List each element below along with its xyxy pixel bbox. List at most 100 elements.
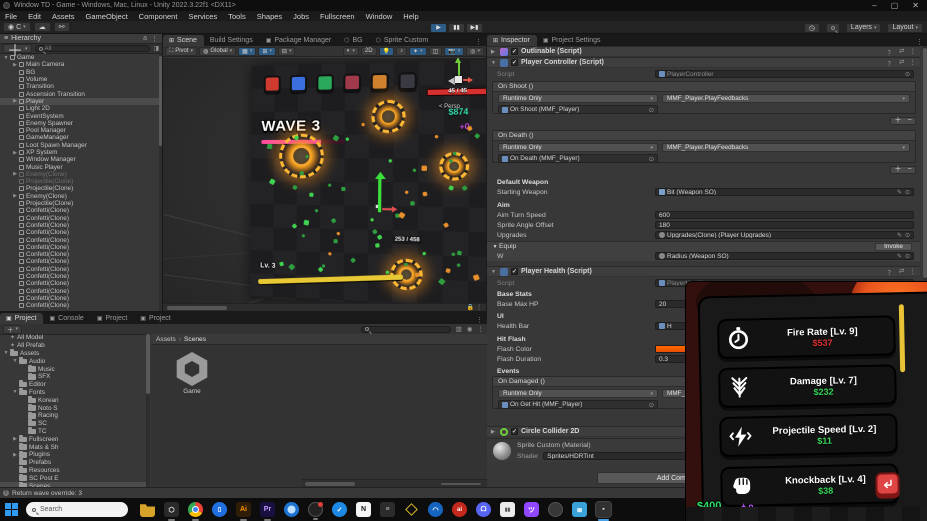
tab-inspector[interactable]: ⊞ Inspector <box>487 35 537 46</box>
expand-arrow[interactable]: ▶ <box>11 193 19 199</box>
hierarchy-item-window-manager[interactable]: Window Manager <box>0 156 159 163</box>
gizmos-dropdown[interactable]: ◎ ▾ <box>466 46 484 56</box>
hierarchy-item-confetti-clone[interactable]: Confetti(Clone) <box>0 288 159 295</box>
taskbar-app-clock[interactable] <box>308 502 323 520</box>
panel-menu-icon[interactable]: ⋮ <box>912 38 927 46</box>
shader-dropdown[interactable]: Sprites/HDRTint <box>543 452 694 460</box>
hierarchy-item-pool-manager[interactable]: Pool Manager <box>0 127 159 134</box>
tool-settings-button[interactable]: ⊟ ▾ <box>277 46 296 56</box>
hierarchy-item-confetti-clone[interactable]: Confetti(Clone) <box>0 222 159 229</box>
event-method-dropdown[interactable]: MMF_Player.PlayFeedbacks ▾ <box>662 94 910 103</box>
menu-edit[interactable]: Edit <box>28 12 41 21</box>
taskbar-app-white-pause[interactable]: ▮▮ <box>500 502 515 517</box>
starting-weapon-field[interactable]: Bit (Weapon SO) ✎ ⊙ <box>655 188 914 196</box>
menu-tools[interactable]: Tools <box>228 12 246 21</box>
close-shop-button[interactable] <box>875 472 900 496</box>
asset-game-scene[interactable]: Game <box>169 352 215 395</box>
hierarchy-item-enemy-clone[interactable]: ▶ Enemy(Clone) <box>0 193 159 200</box>
remove-event-button[interactable]: − <box>907 166 911 173</box>
tab-build-settings[interactable]: Build Settings <box>204 35 260 46</box>
project-tree-scrollbar[interactable] <box>146 334 150 487</box>
enabled-checkbox[interactable]: ✓ <box>511 59 518 66</box>
project-folder-all-prefab[interactable]: ✦ All Prefab <box>0 342 149 350</box>
status-message[interactable]: Return wave override: 3 <box>12 490 82 497</box>
hierarchy-item-confetti-clone[interactable]: Confetti(Clone) <box>0 207 159 214</box>
upgrade-card-projectile-speed[interactable]: Projectile Speed [Lv. 2] $11 <box>719 413 898 458</box>
create-button[interactable]: ＋ ▾ <box>3 43 32 60</box>
event-mode-dropdown[interactable]: Runtime Only ▾ <box>498 389 658 398</box>
menu-jobs[interactable]: Jobs <box>293 12 309 21</box>
upgrades-field[interactable]: Upgrades(Clone) (Player Upgrades) ✎ ⊙ <box>655 231 914 239</box>
component-player-health-header[interactable]: ▼ ✓ Player Health (Script) ？ ⇄ ⋮ <box>487 266 920 277</box>
account-button[interactable]: ◉ C ▾ <box>3 22 31 32</box>
enabled-checkbox[interactable]: ✓ <box>511 268 518 275</box>
project-folder-audio[interactable]: ▼ Audio <box>0 357 149 365</box>
grid-snap-button[interactable]: ▦ ▾ <box>238 46 257 56</box>
taskbar-app-discord[interactable]: ᗝ <box>476 502 491 517</box>
menu-file[interactable]: File <box>5 12 17 21</box>
taskbar-app-illustrator[interactable]: Ai <box>236 502 251 521</box>
component-player-controller-header[interactable]: ▼ ✓ Player Controller (Script) ？ ⇄ ⋮ <box>487 57 920 68</box>
more-icon[interactable]: ⋮ <box>910 47 917 57</box>
step-button[interactable]: ▶▮ <box>466 22 483 33</box>
sprite-angle-offset-input[interactable]: 180 <box>655 221 914 229</box>
project-folder-sc-post-e[interactable]: SC Post E <box>0 474 149 482</box>
hierarchy-item-light-2d[interactable]: Light 2D <box>0 105 159 112</box>
2d-toggle[interactable]: 2D <box>360 46 377 56</box>
project-bottom-scrollbar[interactable] <box>302 479 487 487</box>
hierarchy-item-enemy-clone[interactable]: ▶ Enemy(Clone) <box>0 171 159 178</box>
project-folder-racing[interactable]: Racing <box>0 411 149 420</box>
filter-type-icon[interactable]: ▥ <box>456 325 462 333</box>
hierarchy-item-projectile-clone[interactable]: Projectile(Clone) <box>0 200 159 207</box>
pause-button[interactable]: ▮▮ <box>448 22 465 33</box>
layout-dropdown[interactable]: Layout ▾ <box>887 22 923 33</box>
project-folder-fonts[interactable]: ▼ Fonts <box>0 388 149 397</box>
move-gizmo-x-axis[interactable] <box>382 208 397 211</box>
menu-help[interactable]: Help <box>403 12 418 21</box>
event-target-object[interactable]: On Shoot (MMF_Player) ⊙ <box>498 105 658 114</box>
presets-icon[interactable]: ⇄ <box>899 267 904 277</box>
persp-label[interactable]: < Persp <box>439 104 460 110</box>
taskbar-app-notepad[interactable]: ≡ <box>380 502 395 517</box>
taskbar-app-active-window[interactable]: ▪ <box>595 501 612 521</box>
invoke-button[interactable]: Invoke <box>875 242 912 251</box>
hierarchy-item-loot-spawn-manager[interactable]: Loot Spawn Manager <box>0 142 159 149</box>
start-button[interactable] <box>5 503 18 516</box>
tab-scene[interactable]: ⊞ Scene <box>163 35 204 46</box>
create-asset-button[interactable]: ＋ ▾ <box>3 324 23 334</box>
hierarchy-item-main-camera[interactable]: ▶ Main Camera <box>0 61 159 68</box>
presets-icon[interactable]: ⇄ <box>899 58 904 68</box>
breadcrumb-assets[interactable]: Assets <box>156 336 176 343</box>
remove-event-button[interactable]: − <box>907 117 911 124</box>
edit-icon[interactable]: ✎ <box>897 232 902 239</box>
hierarchy-item-confetti-clone[interactable]: Confetti(Clone) <box>0 295 159 302</box>
equip-foldout[interactable]: ▼ Equip Invoke <box>487 241 920 251</box>
taskbar-app-todo-check[interactable]: ✓ <box>332 502 347 517</box>
taskbar-app-red-ai[interactable]: ai <box>452 502 467 517</box>
panel-menu-icon[interactable]: ⋮ <box>151 35 158 43</box>
event-target-object[interactable]: On Get Hit (MMF_Player) ⊙ <box>498 400 658 409</box>
event-mode-dropdown[interactable]: Runtime Only ▾ <box>498 94 658 103</box>
weapon-field[interactable]: Radius (Weapon SO) ✎ ⊙ <box>655 252 914 260</box>
hierarchy-item-confetti-clone[interactable]: Confetti(Clone) <box>0 302 159 309</box>
taskbar-app-diamond[interactable] <box>404 502 419 517</box>
hierarchy-item-player[interactable]: ▶ Player <box>0 97 159 106</box>
layers-dropdown[interactable]: Layers ▾ <box>845 22 882 33</box>
upgrade-card-fire-rate[interactable]: Fire Rate [Lv. 9] $537 <box>717 315 896 360</box>
taskbar-app-premiere[interactable]: Pr <box>260 502 275 521</box>
undo-history-button[interactable]: ◷ <box>803 22 820 33</box>
audio-toggle[interactable]: ♪ <box>396 46 408 56</box>
minimize-button[interactable]: – <box>872 1 876 10</box>
component-outlinable-header[interactable]: ▶ ✓ Outlinable (Script) ？ ⇄ ⋮ <box>487 46 920 57</box>
taskbar-search[interactable]: Search <box>26 502 128 517</box>
tab-console[interactable]: ▣ Console <box>43 313 90 324</box>
expand-arrow[interactable]: ▶ <box>11 452 19 458</box>
hierarchy-item-volume[interactable]: Volume <box>0 76 159 83</box>
hierarchy-item-confetti-clone[interactable]: Confetti(Clone) <box>0 258 159 265</box>
hierarchy-item-confetti-clone[interactable]: Confetti(Clone) <box>0 251 159 258</box>
picker-icon[interactable]: ⊙ <box>905 253 910 260</box>
aim-turn-speed-input[interactable]: 600 <box>655 211 914 219</box>
expand-arrow[interactable]: ▶ <box>11 150 19 156</box>
taskbar-app-unity-hub[interactable]: ⬡ <box>164 502 179 521</box>
menu-shapes[interactable]: Shapes <box>257 12 282 21</box>
